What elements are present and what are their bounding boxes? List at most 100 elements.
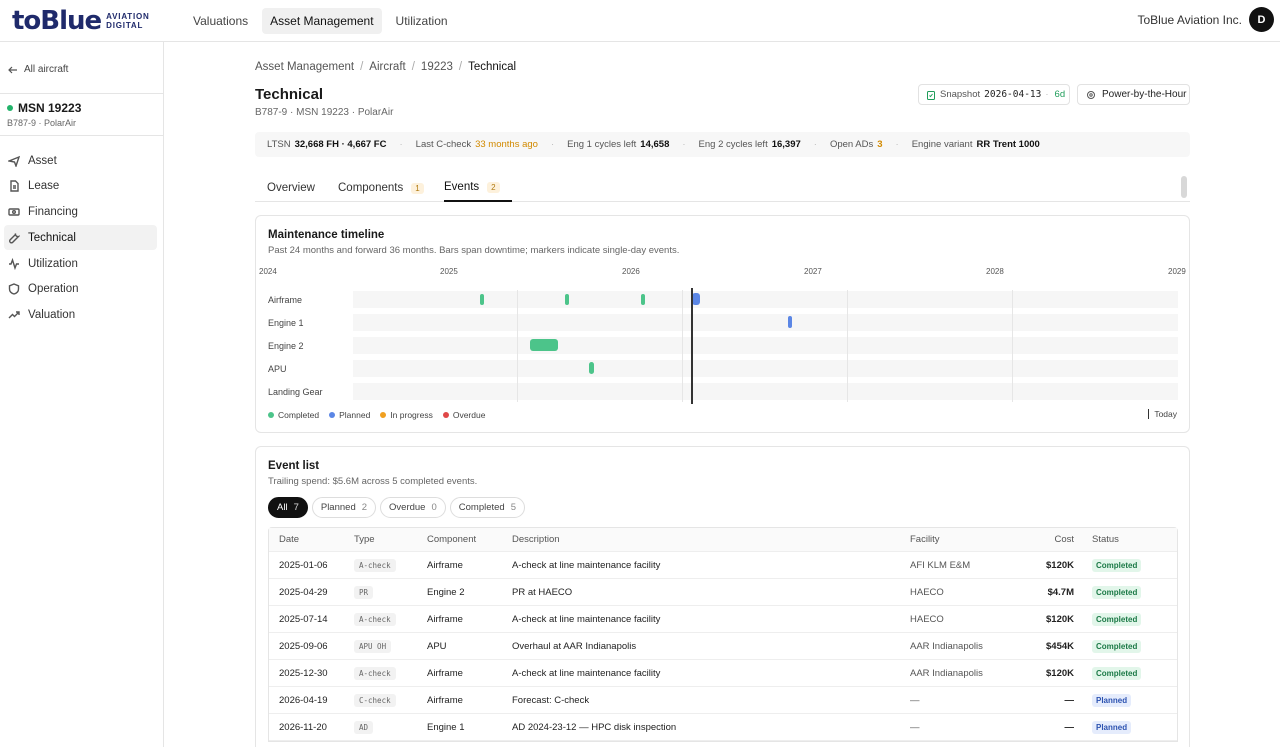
tab-label: Components bbox=[338, 182, 404, 194]
stat-last-ccheck: Last C-check 33 months ago bbox=[415, 139, 538, 150]
breadcrumb-aircraft[interactable]: Aircraft bbox=[369, 61, 405, 73]
cell-cost: $454K bbox=[1046, 640, 1074, 652]
column-header-description[interactable]: Description bbox=[512, 534, 910, 545]
cell-cost: $120K bbox=[1046, 667, 1074, 679]
legend-overdue: Overdue bbox=[442, 410, 485, 420]
timeline-subtitle: Past 24 months and forward 36 months. Ba… bbox=[268, 245, 680, 256]
cell-description: A-check at line maintenance facility bbox=[512, 667, 661, 679]
year-label: 2027 bbox=[804, 267, 822, 276]
sidebar-item-operation[interactable]: Operation bbox=[4, 277, 157, 302]
nav-utilization[interactable]: Utilization bbox=[388, 8, 456, 34]
cell-description: Overhaul at AAR Indianapolis bbox=[512, 640, 637, 652]
sidebar-item-valuation[interactable]: Valuation bbox=[4, 303, 157, 328]
document-icon bbox=[10, 180, 19, 192]
tab-events[interactable]: Events 2 bbox=[444, 174, 512, 202]
stat-eng2-cycles: Eng 2 cycles left 16,397 bbox=[698, 139, 801, 150]
sidebar-item-lease[interactable]: Lease bbox=[4, 174, 157, 199]
snapshot-date: 2026-04-13 bbox=[984, 89, 1042, 100]
filter-completed[interactable]: Completed 5 bbox=[449, 497, 526, 518]
breadcrumb-msn[interactable]: 19223 bbox=[421, 61, 453, 73]
column-header-type[interactable]: Type bbox=[354, 534, 427, 545]
snapshot-selector[interactable]: Snapshot 2026-04-13 · 6d bbox=[918, 84, 1070, 105]
cell-status: Completed bbox=[1074, 612, 1154, 626]
cell-description: A-check at line maintenance facility bbox=[512, 613, 661, 625]
cell-date: 2025-09-06 bbox=[279, 640, 328, 652]
back-to-all-aircraft[interactable]: All aircraft bbox=[8, 64, 68, 75]
filter-overdue[interactable]: Overdue 0 bbox=[380, 497, 446, 518]
sidebar: All aircraft MSN 19223 B787-9 · PolarAir… bbox=[0, 42, 164, 747]
brand-logo[interactable]: toBlue AVIATION DIGITAL bbox=[12, 8, 150, 34]
org-name[interactable]: ToBlue Aviation Inc. bbox=[1137, 13, 1242, 27]
event-table: Date Type Component Description Facility… bbox=[268, 527, 1178, 742]
type-chip: A-check bbox=[354, 558, 396, 572]
type-chip: A-check bbox=[354, 612, 396, 626]
clipboard-icon bbox=[927, 90, 935, 100]
sidebar-item-technical[interactable]: Technical bbox=[4, 225, 157, 251]
plane-icon bbox=[8, 155, 20, 167]
tab-label: Events bbox=[444, 181, 480, 193]
event-marker-planned[interactable] bbox=[692, 293, 700, 305]
cell-facility: — bbox=[910, 721, 920, 733]
table-row[interactable]: 2025-04-29 PR Engine 2 PR at HAECO HAECO… bbox=[269, 579, 1177, 606]
event-marker-planned[interactable] bbox=[788, 316, 792, 328]
sidebar-item-utilization[interactable]: Utilization bbox=[4, 251, 157, 276]
sidebar-item-asset[interactable]: Asset bbox=[4, 148, 157, 173]
maintenance-timeline-card: Maintenance timeline Past 24 months and … bbox=[255, 215, 1190, 433]
tab-label: Overview bbox=[267, 182, 315, 194]
legend-today: Today bbox=[1147, 409, 1177, 419]
sidebar-item-financing[interactable]: Financing bbox=[4, 200, 157, 225]
tab-overview[interactable]: Overview bbox=[267, 174, 315, 202]
cell-component: Engine 2 bbox=[427, 586, 465, 598]
top-navigation: toBlue AVIATION DIGITAL Valuations Asset … bbox=[0, 0, 1280, 42]
event-marker-completed[interactable] bbox=[589, 362, 594, 374]
event-marker-completed[interactable] bbox=[565, 294, 569, 305]
scrollbar-thumb[interactable] bbox=[1181, 176, 1187, 198]
status-dot bbox=[7, 105, 13, 111]
avatar[interactable]: D bbox=[1249, 7, 1274, 32]
timeline-gridline bbox=[682, 290, 683, 402]
event-marker-completed[interactable] bbox=[480, 294, 484, 305]
column-header-cost[interactable]: Cost bbox=[1015, 534, 1074, 545]
table-row[interactable]: 2025-12-30 A-check Airframe A-check at l… bbox=[269, 660, 1177, 687]
cell-facility: — bbox=[910, 694, 920, 706]
row-label-engine-2: Engine 2 bbox=[268, 341, 304, 351]
sidebar-menu: Asset Lease Financing Technical Utilizat… bbox=[4, 148, 157, 329]
timeline-lane bbox=[353, 337, 1178, 354]
year-label: 2025 bbox=[440, 267, 458, 276]
power-by-the-hour-button[interactable]: Power-by-the-Hour bbox=[1077, 84, 1190, 105]
filter-planned[interactable]: Planned 2 bbox=[311, 497, 377, 518]
today-line bbox=[691, 288, 693, 404]
tab-components[interactable]: Components 1 bbox=[338, 174, 424, 202]
separator-dot: · bbox=[550, 139, 555, 150]
sidebar-item-label: Lease bbox=[28, 180, 60, 193]
page-subtitle: B787-9 · MSN 19223 · PolarAir bbox=[255, 107, 394, 118]
cell-status: Completed bbox=[1074, 639, 1154, 653]
column-header-component[interactable]: Component bbox=[427, 534, 512, 545]
snapshot-label: Snapshot bbox=[940, 89, 981, 100]
nav-valuations[interactable]: Valuations bbox=[185, 8, 256, 34]
filter-all[interactable]: All 7 bbox=[268, 497, 308, 518]
event-marker-completed[interactable] bbox=[641, 294, 645, 305]
event-list-subtitle: Trailing spend: $5.6M across 5 completed… bbox=[268, 476, 478, 487]
back-label: All aircraft bbox=[24, 64, 69, 75]
cell-type: C-check bbox=[354, 693, 427, 707]
nav-asset-management[interactable]: Asset Management bbox=[262, 8, 382, 34]
pbh-label: Power-by-the-Hour bbox=[1102, 89, 1187, 100]
table-row[interactable]: 2025-09-06 APU OH APU Overhaul at AAR In… bbox=[269, 633, 1177, 660]
table-row[interactable]: 2026-04-19 C-check Airframe Forecast: C-… bbox=[269, 687, 1177, 714]
event-bar-completed[interactable] bbox=[530, 339, 558, 351]
status-badge: Completed bbox=[1092, 612, 1142, 626]
status-badge: Completed bbox=[1092, 558, 1142, 572]
cell-facility: HAECO bbox=[910, 613, 944, 625]
banknote-icon bbox=[8, 208, 20, 216]
column-header-facility[interactable]: Facility bbox=[910, 534, 1015, 545]
table-row[interactable]: 2025-01-06 A-check Airframe A-check at l… bbox=[269, 552, 1177, 579]
separator-dot: · bbox=[1045, 89, 1049, 100]
timeline-lane bbox=[353, 314, 1178, 331]
column-header-date[interactable]: Date bbox=[269, 534, 354, 545]
column-header-status[interactable]: Status bbox=[1074, 534, 1154, 545]
msn-label: MSN 19223 bbox=[18, 101, 82, 115]
table-row[interactable]: 2025-07-14 A-check Airframe A-check at l… bbox=[269, 606, 1177, 633]
table-row[interactable]: 2026-11-20 AD Engine 1 AD 2024-23-12 — H… bbox=[269, 714, 1177, 741]
breadcrumb-asset-management[interactable]: Asset Management bbox=[255, 61, 354, 73]
